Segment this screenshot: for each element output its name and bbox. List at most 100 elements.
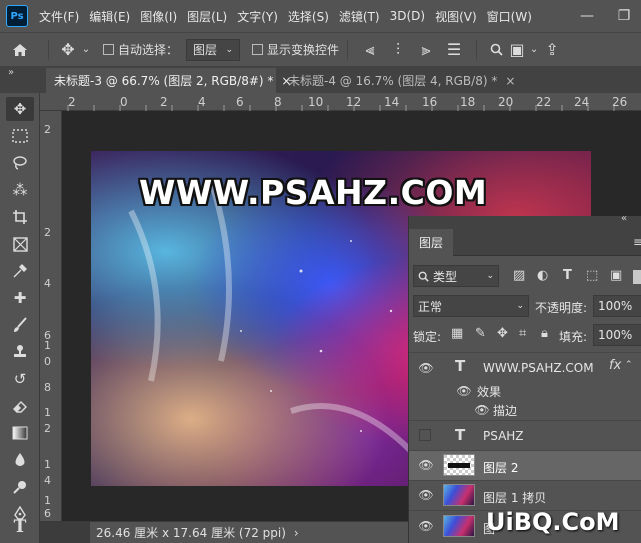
menu-layer[interactable]: 图层(L) [182, 8, 232, 25]
ruler-vertical: 2 2 4 6 8 1 0 1 2 1 4 1 6 [40, 111, 62, 521]
home-icon[interactable] [0, 43, 40, 57]
type-tool-icon[interactable]: T [6, 511, 34, 543]
menu-window[interactable]: 窗口(W) [482, 8, 537, 25]
lock-artboard-icon[interactable]: ⌗ [519, 326, 526, 341]
layer-filter-row: 类型 ⌄ ▨ ◐ T ⬚ ▣ [409, 263, 641, 289]
magic-wand-tool-icon[interactable]: ⁂ [6, 178, 34, 202]
ruler-horizontal: 2 0 2 4 6 8 10 12 14 16 18 20 22 24 26 [40, 93, 641, 111]
menu-3d[interactable]: 3D(D) [385, 9, 430, 23]
chevron-up-icon[interactable]: ⌃ [625, 360, 633, 370]
layer-row-text[interactable]: 👁︎ T WWW.PSAHZ.COM fx ⌃ [409, 352, 641, 382]
ruler-label: 2 [44, 226, 51, 239]
tab-untitled-3[interactable]: 未标题-3 @ 66.7% (图层 2, RGB/8#) * × [46, 68, 291, 93]
watermark: UiBQ.CoM [486, 508, 620, 536]
menu-type[interactable]: 文字(Y) [232, 8, 283, 25]
zoom-field[interactable] [40, 521, 90, 543]
ruler-label: 0 [120, 95, 128, 109]
layer-effect-stroke[interactable]: 👁︎ 描边 [409, 400, 641, 420]
auto-select-checkbox[interactable] [103, 44, 114, 55]
chevron-down-icon[interactable]: ⌄ [527, 44, 541, 55]
layer-filter-dropdown[interactable]: 类型 ⌄ [413, 265, 499, 287]
align-right-icon[interactable]: ⫸ [412, 40, 440, 60]
panel-menu-icon[interactable]: ≡ [633, 235, 641, 249]
filter-toggle[interactable] [633, 270, 641, 284]
minimize-icon[interactable]: — [570, 0, 604, 32]
fx-icon[interactable]: fx [609, 358, 621, 373]
align-center-icon[interactable]: ⫶ [384, 40, 412, 60]
brush-tool-icon[interactable] [6, 313, 34, 337]
healing-brush-tool-icon[interactable]: ✚ [6, 286, 34, 310]
filter-smart-object-icon[interactable]: ▣ [610, 268, 622, 283]
clone-stamp-tool-icon[interactable] [6, 340, 34, 364]
ruler-label: 18 [460, 95, 476, 109]
menu-file[interactable]: 文件(F) [34, 8, 84, 25]
show-transform-checkbox[interactable] [252, 44, 264, 55]
collapse-panels-icon[interactable]: » [8, 67, 14, 78]
share-icon[interactable]: ⇪ [541, 40, 563, 59]
menu-image[interactable]: 图像(I) [135, 8, 182, 25]
gradient-tool-icon[interactable] [6, 421, 34, 445]
collapse-panel-icon[interactable]: « [621, 213, 627, 224]
lock-brush-icon[interactable]: ✎ [475, 326, 486, 341]
eraser-tool-icon[interactable] [6, 394, 34, 418]
eye-icon[interactable]: 👁︎ [417, 486, 435, 504]
ruler-label: 4 [44, 277, 51, 290]
eye-icon[interactable]: 👁︎ [455, 382, 473, 400]
menu-edit[interactable]: 编辑(E) [84, 8, 135, 25]
filter-shape-icon[interactable]: ⬚ [586, 268, 598, 283]
ruler-label: 2 [160, 95, 168, 109]
hidden-visibility-box[interactable] [419, 429, 431, 441]
eye-icon[interactable]: 👁︎ [417, 456, 435, 474]
fill-field[interactable]: 100% [593, 324, 641, 346]
chevron-down-icon[interactable]: ⌄ [79, 44, 93, 55]
crop-tool-icon[interactable] [6, 205, 34, 229]
layer-row-selected[interactable]: 👁︎ 图层 2 [409, 450, 641, 480]
blur-tool-icon[interactable] [6, 448, 34, 472]
canvas-text-layer[interactable]: WWW.PSAHZ.COM [139, 173, 487, 212]
layer-effects-group[interactable]: 👁︎ 效果 [409, 382, 641, 400]
move-tool-icon[interactable]: ✥ [57, 40, 79, 59]
chevron-down-icon: ⌄ [516, 301, 524, 311]
ruler-label: 4 [44, 474, 51, 487]
filter-pixel-icon[interactable]: ▨ [513, 268, 525, 283]
frame-tool-icon[interactable] [6, 232, 34, 256]
eye-icon[interactable]: 👁︎ [473, 401, 491, 419]
text-layer-icon: T [455, 426, 466, 444]
opacity-field[interactable]: 100% [593, 295, 641, 317]
menu-filter[interactable]: 滤镜(T) [334, 8, 385, 25]
lock-all-icon[interactable]: 🔒︎ [541, 326, 548, 341]
lock-position-icon[interactable]: ✥ [497, 326, 508, 341]
tools-panel: ✥ ⁂ ✚ ↺ T [0, 93, 40, 543]
auto-select-target-dropdown[interactable]: 图层 ⌄ [186, 38, 241, 61]
eye-icon[interactable]: 👁︎ [417, 359, 435, 377]
dodge-tool-icon[interactable] [6, 475, 34, 499]
align-left-icon[interactable]: ⫷ [356, 40, 384, 60]
layer-row-text[interactable]: T PSAHZ [409, 420, 641, 450]
ruler-label: 8 [274, 95, 282, 109]
lasso-tool-icon[interactable] [6, 151, 34, 175]
blend-mode-dropdown[interactable]: 正常 ⌄ [413, 295, 529, 317]
opacity-label: 不透明度: [535, 301, 588, 315]
chevron-down-icon: ⌄ [486, 271, 494, 281]
filter-adjustment-icon[interactable]: ◐ [537, 268, 548, 283]
eye-icon[interactable]: 👁︎ [417, 517, 435, 535]
filter-type-icon[interactable]: T [563, 268, 572, 283]
layers-panel: « 图层 ≡ 类型 ⌄ ▨ ◐ T ⬚ ▣ 正常 ⌄ 不透明度: 100% 锁定… [408, 213, 641, 543]
status-arrow-icon[interactable]: › [294, 526, 299, 540]
search-icon[interactable] [485, 43, 507, 56]
close-icon[interactable]: × [505, 74, 515, 88]
menu-select[interactable]: 选择(S) [283, 8, 334, 25]
layer-row-pixel[interactable]: 👁︎ 图层 1 拷贝 [409, 480, 641, 510]
move-tool-icon[interactable]: ✥ [6, 97, 34, 121]
tab-layers[interactable]: 图层 [409, 229, 453, 256]
marquee-tool-icon[interactable] [6, 124, 34, 148]
history-brush-tool-icon[interactable]: ↺ [6, 367, 34, 391]
distribute-icon[interactable]: ☰ [440, 40, 468, 59]
tab-label: 未标题-3 @ 66.7% (图层 2, RGB/8#) * [54, 74, 274, 88]
eyedropper-tool-icon[interactable] [6, 259, 34, 283]
workspace-icon[interactable]: ▣ [507, 40, 527, 59]
tab-untitled-4[interactable]: 未标题-4 @ 16.7% (图层 4, RGB/8) * × [280, 68, 520, 93]
restore-icon[interactable]: ❐ [607, 0, 641, 32]
lock-transparency-icon[interactable]: ▦ [451, 326, 463, 341]
menu-view[interactable]: 视图(V) [430, 8, 482, 25]
